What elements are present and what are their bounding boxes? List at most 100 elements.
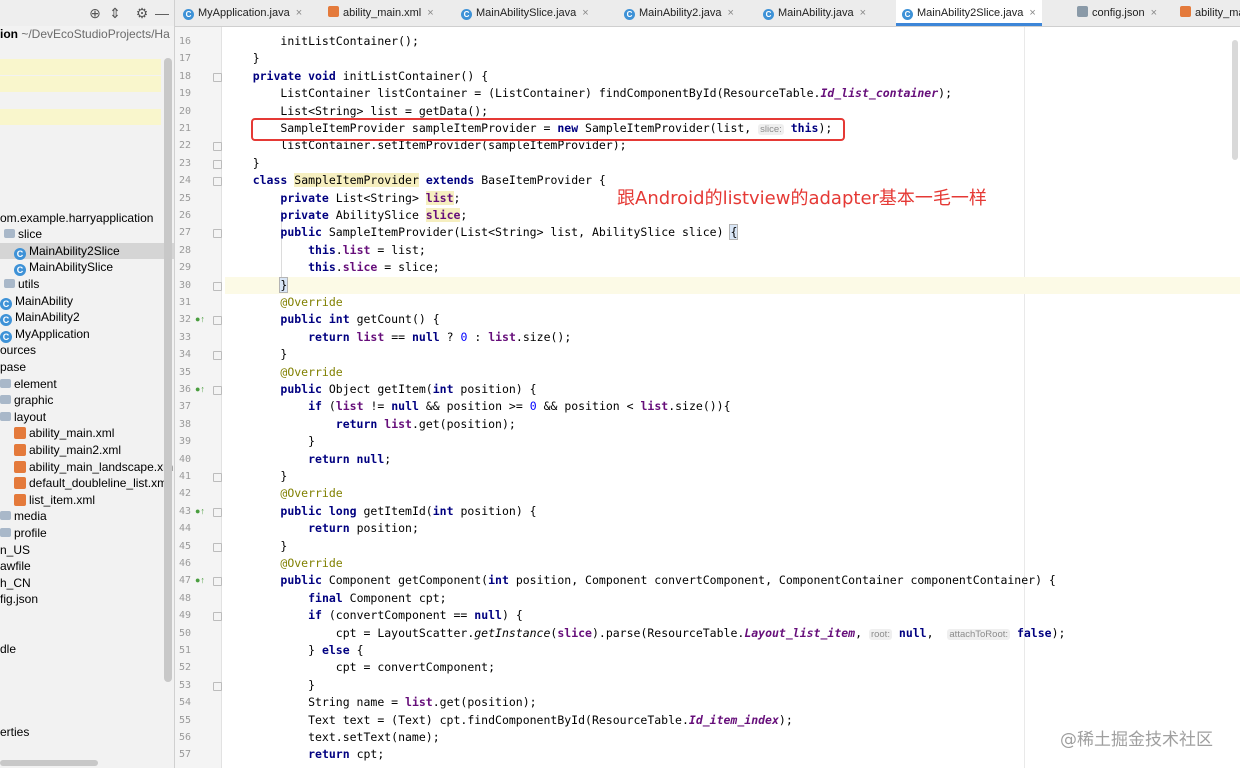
override-marker-icon[interactable]: ●↑ [195, 381, 205, 398]
xml-file-icon [14, 444, 26, 456]
editor-scrollbar[interactable] [1232, 40, 1238, 160]
tree-item[interactable]: h_CN [0, 575, 31, 591]
tree-item[interactable]: graphic [0, 392, 53, 408]
tree-item-label: element [14, 376, 57, 391]
tree-item[interactable]: erties [0, 724, 29, 740]
close-icon[interactable]: × [860, 7, 866, 19]
locate-icon[interactable]: ⊕ [86, 4, 104, 22]
project-root[interactable]: ion ~/DevEcoStudioProjects/Ha [0, 27, 170, 43]
fold-marker-icon[interactable] [213, 177, 222, 187]
fold-marker-icon[interactable] [213, 229, 222, 239]
tree-item[interactable]: slice [0, 226, 42, 242]
editor-tab[interactable]: C MainAbility2Slice.java × [896, 0, 1042, 26]
tree-item[interactable]: layout [0, 409, 46, 425]
override-marker-icon[interactable]: ●↑ [195, 311, 205, 328]
editor-tab[interactable]: C MyApplication.java × [183, 0, 308, 26]
tree-item[interactable]: list_item.xml [0, 492, 95, 508]
code-token: list [425, 190, 454, 205]
line-number: 32 [178, 314, 191, 326]
tree-item[interactable]: C MainAbility2Slice [0, 242, 174, 260]
gear-icon[interactable]: ⚙ [133, 4, 151, 22]
editor-tab[interactable]: ability_main.xml × [328, 0, 440, 26]
fold-marker-icon[interactable] [213, 72, 222, 82]
code-token: position, Component convertComponent, Co… [508, 573, 1056, 588]
editor-tab[interactable]: C MainAbilitySlice.java × [461, 0, 595, 26]
line-number: 18 [178, 70, 191, 82]
close-icon[interactable]: × [427, 7, 433, 19]
tree-item[interactable]: utils [0, 276, 39, 292]
code-token: public [280, 382, 322, 396]
tree-item-label: MainAbilitySlice [29, 260, 114, 275]
code-token: false [1016, 625, 1052, 640]
fold-marker-icon[interactable] [213, 681, 222, 691]
code-token: @Override [280, 556, 343, 570]
code-line[interactable]: } [225, 276, 1240, 294]
tree-item[interactable]: media [0, 508, 47, 524]
close-icon[interactable]: × [1151, 7, 1157, 19]
tree-item[interactable]: C MyApplication [0, 326, 90, 343]
tree-item-label: pase [0, 360, 27, 374]
tree-item[interactable]: profile [0, 525, 47, 541]
fold-marker-icon[interactable] [213, 351, 222, 361]
tree-item[interactable]: element [0, 376, 57, 392]
close-icon[interactable]: × [296, 7, 302, 19]
code-token: position) { [453, 382, 537, 396]
code-token: getItemId( [356, 503, 433, 518]
override-marker-icon[interactable]: ●↑ [195, 572, 205, 589]
code-token: ).parse(ResourceTable. [591, 625, 745, 640]
editor-tab[interactable]: C MainAbility2.java × [624, 0, 740, 26]
hide-panel-icon[interactable]: — [153, 4, 171, 22]
fold-marker-icon[interactable] [213, 612, 222, 622]
tree-item-label: MyApplication [15, 326, 90, 341]
tree-item[interactable]: ability_main2.xml [0, 442, 121, 458]
close-icon[interactable]: × [582, 7, 588, 19]
java-class-icon: C [0, 314, 12, 327]
line-number: 30 [178, 279, 191, 291]
fold-marker-icon[interactable] [213, 316, 222, 326]
fold-marker-icon[interactable] [213, 159, 222, 169]
tree-item[interactable]: ources [0, 342, 36, 358]
tree-item[interactable]: default_doubleline_list.xml [0, 475, 170, 491]
override-marker-icon[interactable]: ●↑ [195, 503, 205, 520]
editor-tab[interactable]: C MainAbility.java × [763, 0, 872, 26]
folder-icon [0, 511, 11, 521]
xml-file-icon [14, 460, 26, 473]
tree-item[interactable]: C MainAbilitySlice [0, 259, 114, 277]
fold-marker-icon[interactable] [213, 473, 222, 482]
fold-marker-icon[interactable] [213, 281, 222, 291]
annotation-text: 跟Android的listview的adapter基本一毛一样 [617, 188, 987, 209]
code-token: && position >= [418, 399, 530, 414]
fold-marker-icon[interactable] [213, 542, 222, 552]
fold-marker-icon[interactable] [213, 577, 222, 587]
tree-item[interactable]: awfile [0, 558, 31, 574]
tree-item[interactable]: C MainAbility [0, 293, 73, 310]
editor-tab[interactable]: config.json × [1077, 0, 1163, 26]
sidebar-scrollbar[interactable] [164, 58, 172, 682]
fold-marker-icon[interactable] [213, 142, 222, 152]
code-token: public [280, 573, 322, 588]
line-number: 19 [178, 88, 191, 100]
tree-item[interactable]: ability_main.xml [0, 425, 114, 441]
fold-marker-icon[interactable] [213, 386, 222, 395]
fold-marker-icon[interactable] [213, 507, 222, 517]
tree-item[interactable]: n_US [0, 542, 30, 558]
tab-label: ability_main.xml [343, 7, 422, 19]
tree-item[interactable]: ability_main_landscape.xm [0, 459, 173, 475]
tree-item[interactable]: dle [0, 641, 16, 657]
folder-icon [0, 411, 11, 421]
tree-item[interactable]: pase [0, 359, 26, 375]
editor-tab[interactable]: ability_main2.xml× [1180, 0, 1240, 26]
tree-item[interactable]: om.example.harryapplication [0, 210, 153, 226]
code-token: Text text = (Text) cpt.findComponentById… [225, 712, 689, 727]
line-number: 27 [178, 227, 191, 239]
project-root-path: ~/DevEcoStudioProjects/Ha [18, 27, 170, 41]
project-toolbar: ⊕ ⇕ ⚙ — [0, 0, 174, 26]
close-icon[interactable]: × [1029, 7, 1035, 19]
sidebar-horizontal-scrollbar[interactable] [0, 760, 98, 766]
tree-item[interactable]: fig.json [0, 591, 38, 607]
collapse-all-icon[interactable]: ⇕ [106, 4, 124, 22]
close-icon[interactable]: × [728, 7, 734, 19]
tree-item[interactable]: C MainAbility2 [0, 309, 80, 327]
